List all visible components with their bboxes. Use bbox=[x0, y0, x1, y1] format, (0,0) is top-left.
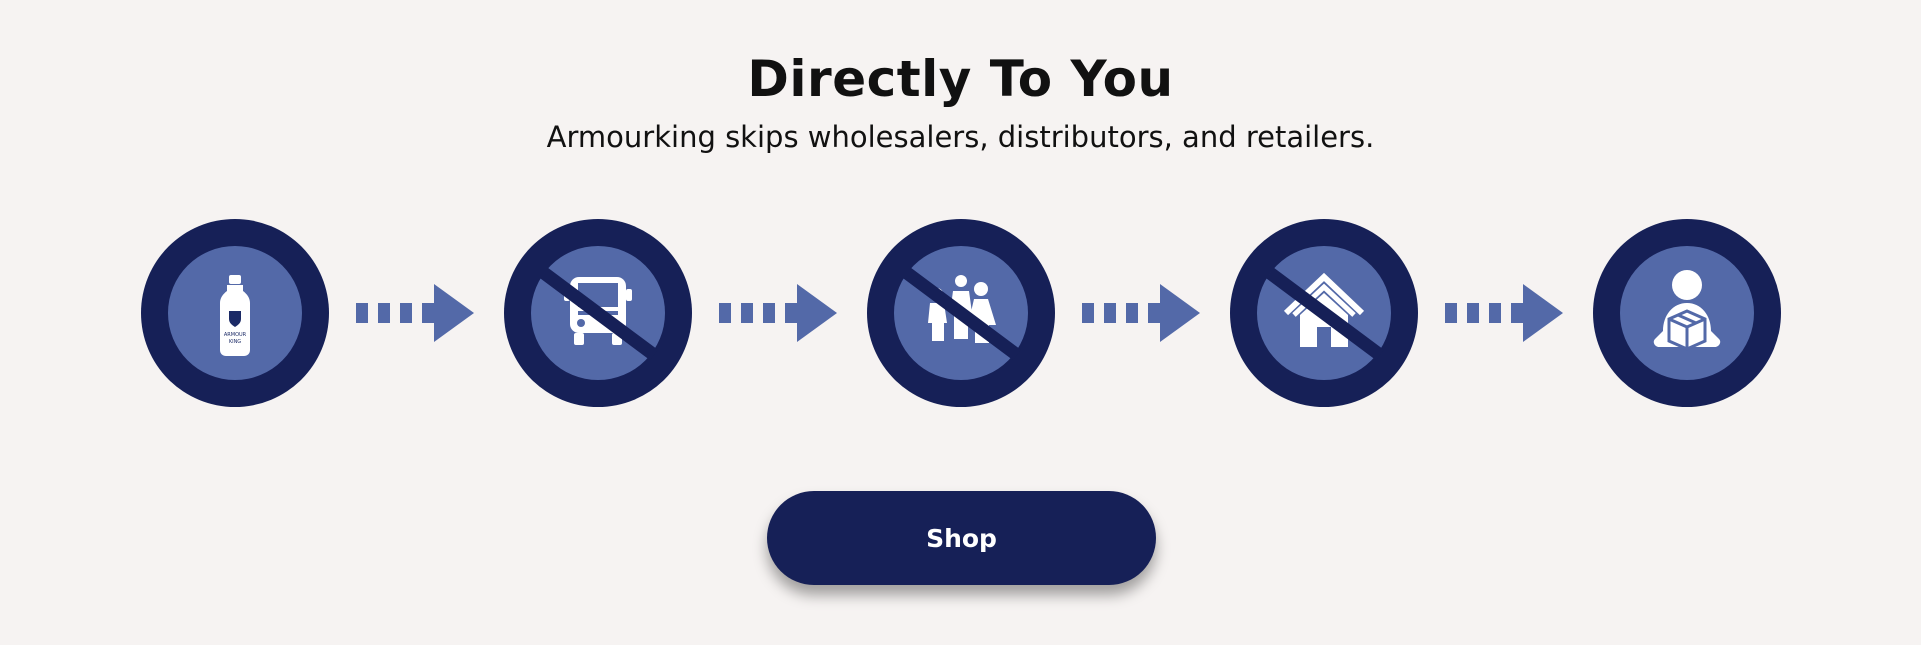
dashed-arrow-icon bbox=[356, 284, 474, 342]
person-with-package-icon bbox=[1653, 270, 1721, 351]
bottle-brand-line2: KING bbox=[229, 339, 241, 345]
delivery-truck-icon bbox=[540, 267, 658, 361]
people-group-icon bbox=[903, 267, 1021, 361]
step-retailer-house bbox=[1230, 219, 1418, 407]
step-wholesaler-truck bbox=[504, 219, 692, 407]
page-subtitle: Armourking skips wholesalers, distributo… bbox=[546, 120, 1375, 154]
step-bottle: ARMOUR KING bbox=[141, 219, 329, 407]
house-store-icon bbox=[1266, 267, 1384, 361]
bottle-brand-line1: ARMOUR bbox=[224, 332, 247, 338]
page-title: Directly To You bbox=[747, 50, 1174, 108]
dashed-arrow-icon bbox=[1082, 284, 1200, 342]
water-bottle-icon: ARMOUR KING bbox=[220, 275, 250, 356]
step-distributor-people bbox=[867, 219, 1055, 407]
step-customer bbox=[1593, 219, 1781, 407]
shop-button[interactable]: Shop bbox=[767, 491, 1156, 585]
dashed-arrow-icon bbox=[719, 284, 837, 342]
dashed-arrow-icon bbox=[1445, 284, 1563, 342]
